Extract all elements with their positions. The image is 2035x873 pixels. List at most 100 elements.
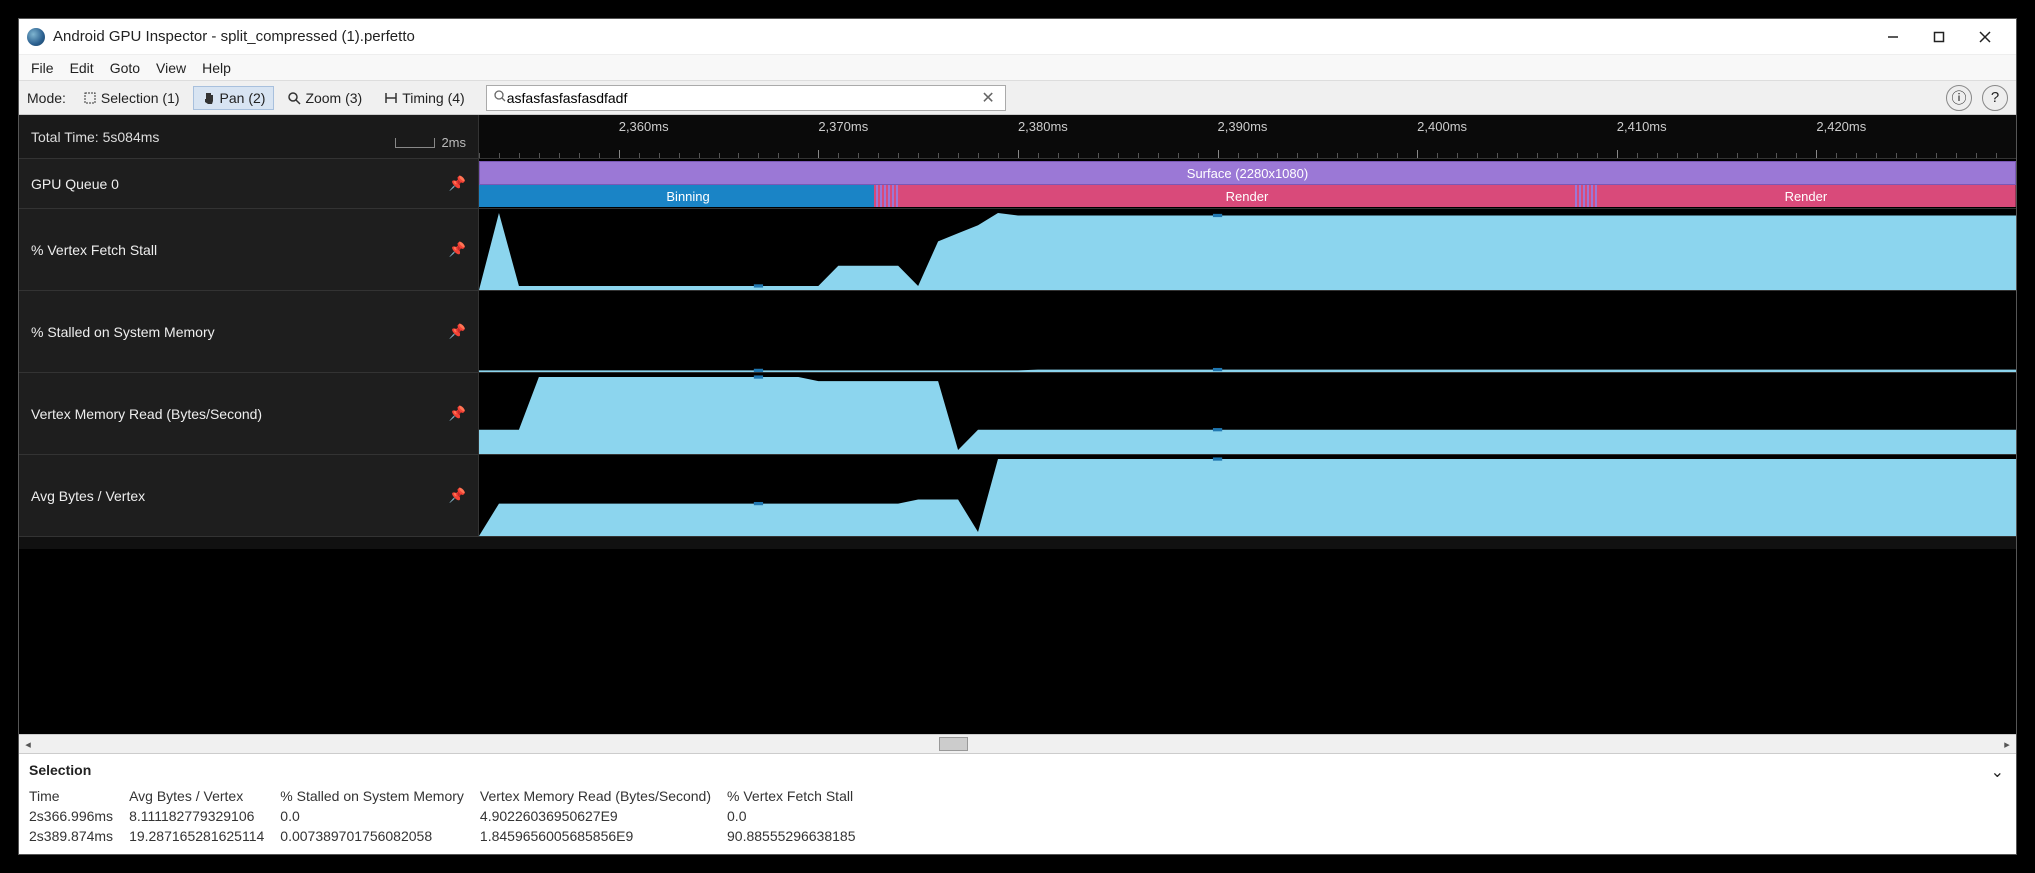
time-ruler: Total Time: 5s084ms 2ms 2,360ms2,370ms2,… (19, 115, 2016, 159)
info-icon: ⓘ (1951, 87, 1966, 108)
selection-col-header[interactable]: % Vertex Fetch Stall (727, 786, 871, 806)
selection-icon (83, 91, 97, 105)
track-graph: Avg Bytes / Vertex 📌 (19, 455, 2016, 537)
selection-col-header[interactable]: Avg Bytes / Vertex (129, 786, 280, 806)
menu-view[interactable]: View (148, 58, 194, 78)
phase-row: BinningRenderRender (479, 185, 2016, 207)
graph-body[interactable] (479, 455, 2016, 536)
table-cell: 0.007389701756082058 (280, 826, 480, 846)
toolbar: Mode: Selection (1) Pan (2) Zoom (3) (19, 81, 2016, 115)
selection-panel: Selection ⌄ TimeAvg Bytes / Vertex% Stal… (19, 754, 2016, 854)
mode-zoom-label: Zoom (3) (305, 90, 362, 106)
mode-label: Mode: (27, 90, 66, 106)
pin-icon[interactable]: 📌 (449, 323, 466, 340)
table-cell: 4.90226036950627E9 (480, 806, 727, 826)
selection-col-header[interactable]: % Stalled on System Memory (280, 786, 480, 806)
mode-timing-label: Timing (4) (402, 90, 465, 106)
time-scale: 2ms (395, 135, 466, 150)
timing-icon (384, 91, 398, 105)
pin-icon[interactable]: 📌 (449, 241, 466, 258)
surface-bar[interactable]: Surface (2280x1080) (479, 161, 2016, 185)
zoom-icon (287, 91, 301, 105)
hscroll-left-arrow[interactable]: ◂ (19, 735, 37, 753)
timeline-bottom-gutter (19, 537, 2016, 549)
track-label: Avg Bytes / Vertex (31, 488, 145, 504)
ruler-tick-label: 2,410ms (1617, 119, 1667, 134)
mode-pan[interactable]: Pan (2) (193, 86, 275, 110)
selection-col-header[interactable]: Vertex Memory Read (Bytes/Second) (480, 786, 727, 806)
table-cell: 90.88555296638185 (727, 826, 871, 846)
ruler-tick-label: 2,380ms (1018, 119, 1068, 134)
track-graph: % Vertex Fetch Stall 📌 (19, 209, 2016, 291)
table-cell: 0.0 (727, 806, 871, 826)
menu-file[interactable]: File (23, 58, 62, 78)
pin-icon[interactable]: 📌 (449, 487, 466, 504)
ruler-tick-label: 2,400ms (1417, 119, 1467, 134)
track-label: Vertex Memory Read (Bytes/Second) (31, 406, 262, 422)
mode-zoom[interactable]: Zoom (3) (278, 86, 371, 110)
minimize-button[interactable] (1870, 22, 1916, 52)
ruler-tick-label: 2,370ms (818, 119, 868, 134)
table-cell: 19.287165281625114 (129, 826, 280, 846)
mode-pan-label: Pan (2) (220, 90, 266, 106)
table-cell: 0.0 (280, 806, 480, 826)
hscroll-right-arrow[interactable]: ▸ (1998, 735, 2016, 753)
app-icon (27, 28, 45, 46)
table-cell: 2s389.874ms (29, 826, 129, 846)
pin-icon[interactable]: 📌 (449, 175, 466, 192)
help-button[interactable]: ? (1982, 85, 2008, 111)
scale-bracket-icon (395, 138, 435, 148)
track-gpu-queue: GPU Queue 0 📌 Surface (2280x1080) Binnin… (19, 159, 2016, 209)
table-cell: 2s366.996ms (29, 806, 129, 826)
chevron-down-icon[interactable]: ⌄ (1991, 762, 2004, 782)
ruler-tick-label: 2,390ms (1218, 119, 1268, 134)
table-row[interactable]: 2s389.874ms19.2871652816251140.007389701… (29, 826, 871, 846)
menu-goto[interactable]: Goto (102, 58, 148, 78)
time-scale-label: 2ms (441, 135, 466, 150)
table-cell: 1.8459656005685856E9 (480, 826, 727, 846)
graph-body[interactable] (479, 373, 2016, 454)
table-cell: 8.111182779329106 (129, 806, 280, 826)
timeline-hscroll[interactable]: ◂ ▸ (19, 734, 2016, 754)
surface-label: Surface (2280x1080) (1187, 166, 1308, 181)
search-clear-icon[interactable]: ✕ (977, 88, 998, 108)
pan-icon (202, 91, 216, 105)
track-label-gpu-queue: GPU Queue 0 (31, 176, 119, 192)
hscroll-thumb[interactable] (939, 737, 968, 751)
menubar: File Edit Goto View Help (19, 55, 2016, 81)
ruler-tick-label: 2,360ms (619, 119, 669, 134)
selection-table: TimeAvg Bytes / Vertex% Stalled on Syste… (29, 786, 871, 846)
track-graph: Vertex Memory Read (Bytes/Second) 📌 (19, 373, 2016, 455)
mode-timing[interactable]: Timing (4) (375, 86, 474, 110)
mode-selection-label: Selection (1) (101, 90, 180, 106)
menu-edit[interactable]: Edit (62, 58, 102, 78)
track-label: % Stalled on System Memory (31, 324, 215, 340)
ruler-ticks: 2,360ms 2,370ms 2,380ms 2,390ms 2,400ms 2,410… (479, 115, 2016, 158)
phase-render[interactable]: Render (898, 185, 1597, 207)
help-icon: ? (1991, 89, 1999, 106)
phase-binning[interactable]: Binning (479, 185, 898, 207)
close-button[interactable] (1962, 22, 2008, 52)
search-icon (493, 89, 507, 106)
track-label: % Vertex Fetch Stall (31, 242, 157, 258)
total-time-label: Total Time: 5s084ms (31, 129, 159, 145)
maximize-button[interactable] (1916, 22, 1962, 52)
table-row[interactable]: 2s366.996ms8.1111827793291060.04.9022603… (29, 806, 871, 826)
hscroll-track[interactable] (37, 735, 1998, 753)
window-title: Android GPU Inspector - split_compressed… (53, 28, 415, 45)
info-button[interactable]: ⓘ (1946, 85, 1972, 111)
selection-title: Selection (29, 762, 2006, 778)
mode-selection[interactable]: Selection (1) (74, 86, 189, 110)
pin-icon[interactable]: 📌 (449, 405, 466, 422)
graph-body[interactable] (479, 209, 2016, 290)
search-input[interactable] (507, 90, 978, 106)
phase-render[interactable]: Render (1597, 185, 2016, 207)
timeline[interactable]: Total Time: 5s084ms 2ms 2,360ms2,370ms2,… (19, 115, 2016, 734)
track-graph: % Stalled on System Memory 📌 (19, 291, 2016, 373)
graph-body[interactable] (479, 291, 2016, 372)
app-window: Android GPU Inspector - split_compressed… (18, 18, 2017, 855)
menu-help[interactable]: Help (194, 58, 239, 78)
search-box[interactable]: ✕ (486, 85, 1006, 111)
selection-col-header[interactable]: Time (29, 786, 129, 806)
titlebar: Android GPU Inspector - split_compressed… (19, 19, 2016, 55)
